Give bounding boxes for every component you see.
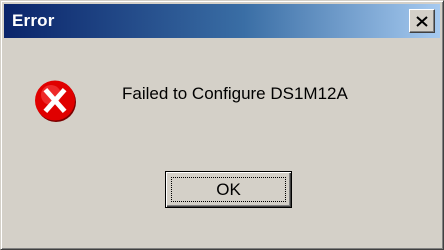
ok-button-label: OK <box>216 179 241 199</box>
error-message: Failed to Configure DS1M12A <box>122 84 348 103</box>
close-button[interactable] <box>409 9 435 33</box>
title-bar[interactable]: Error <box>4 4 440 38</box>
error-dialog: Error Failed to Configure DS1M12A OK <box>0 0 444 250</box>
close-icon <box>416 15 428 27</box>
dialog-title: Error <box>12 11 55 30</box>
ok-button[interactable]: OK <box>165 171 292 208</box>
error-icon <box>35 80 76 122</box>
